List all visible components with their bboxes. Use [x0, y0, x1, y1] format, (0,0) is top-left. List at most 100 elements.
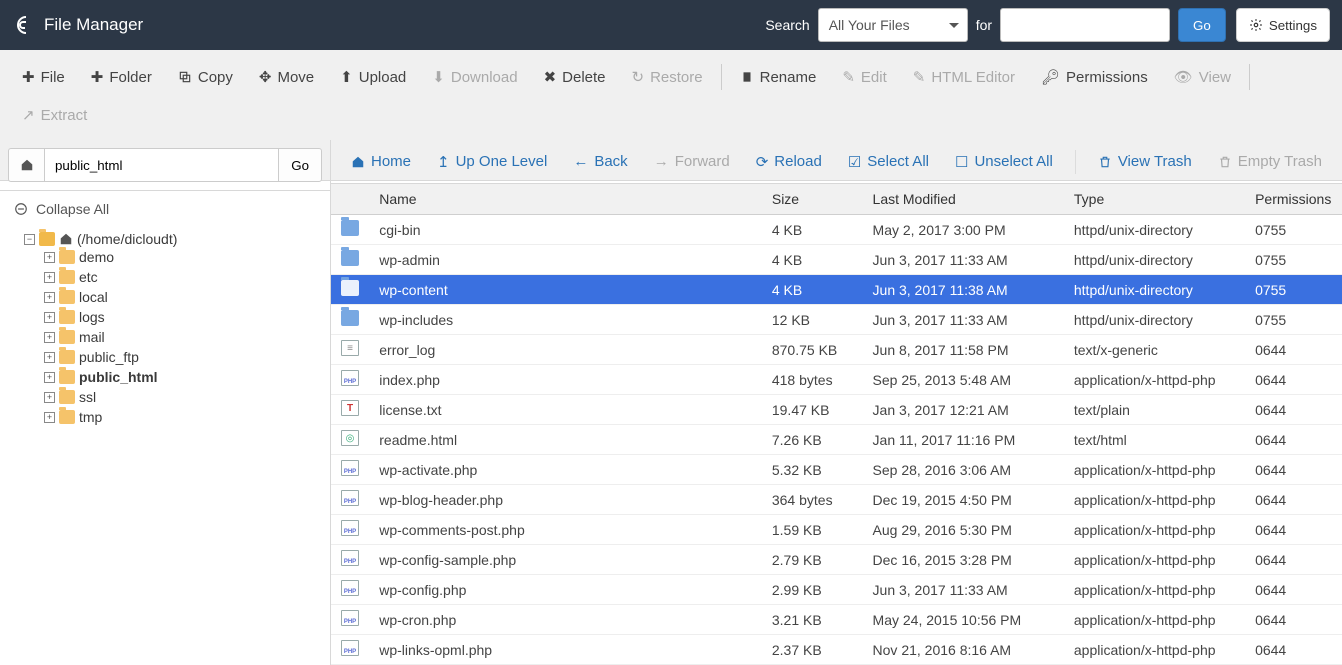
table-row[interactable]: wp-blog-header.php364 bytesDec 19, 2015 …	[331, 485, 1342, 515]
expander-icon[interactable]: +	[44, 252, 55, 263]
file-button[interactable]: ✚File	[10, 60, 77, 94]
expander-icon[interactable]: +	[44, 352, 55, 363]
search-input[interactable]	[1000, 8, 1170, 42]
table-row[interactable]: wp-cron.php3.21 KBMay 24, 2015 10:56 PMa…	[331, 605, 1342, 635]
empty-trash-button[interactable]: Empty Trash	[1208, 147, 1332, 176]
html-editor-button[interactable]: ✎HTML Editor	[901, 60, 1027, 94]
trash-icon	[1098, 155, 1112, 169]
file-icon	[341, 340, 359, 356]
expander-icon[interactable]: +	[44, 412, 55, 423]
folder-icon	[59, 350, 75, 364]
column-permissions[interactable]: Permissions	[1245, 184, 1342, 215]
tree-item-label: tmp	[79, 409, 102, 425]
table-row[interactable]: cgi-bin4 KBMay 2, 2017 3:00 PMhttpd/unix…	[331, 215, 1342, 245]
file-permissions: 0755	[1245, 275, 1342, 305]
column-modified[interactable]: Last Modified	[863, 184, 1064, 215]
tree-item[interactable]: +mail	[44, 329, 322, 345]
move-button[interactable]: ✥Move	[247, 60, 326, 94]
extract-button[interactable]: ↗Extract	[10, 98, 99, 132]
expander-icon[interactable]: +	[44, 292, 55, 303]
tree-item[interactable]: + tmp	[44, 409, 322, 425]
column-type[interactable]: Type	[1064, 184, 1245, 215]
delete-button[interactable]: ✖Delete	[532, 60, 618, 94]
search-go-button[interactable]: Go	[1178, 8, 1226, 42]
file-modified: Sep 28, 2016 3:06 AM	[863, 455, 1064, 485]
table-row[interactable]: license.txt19.47 KBJan 3, 2017 12:21 AMt…	[331, 395, 1342, 425]
file-size: 3.21 KB	[762, 605, 863, 635]
tree-item[interactable]: +public_ftp	[44, 349, 322, 365]
table-row[interactable]: wp-config-sample.php2.79 KBDec 16, 2015 …	[331, 545, 1342, 575]
collapse-all-button[interactable]: Collapse All	[0, 191, 330, 227]
edit-button[interactable]: ✎Edit	[830, 60, 898, 94]
file-modified: Nov 21, 2016 8:16 AM	[863, 635, 1064, 665]
app-title: File Manager	[44, 15, 143, 35]
file-modified: Jan 11, 2017 11:16 PM	[863, 425, 1064, 455]
download-button[interactable]: ⬇Download	[420, 60, 529, 94]
tree-item[interactable]: +etc	[44, 269, 322, 285]
search-area: Search All Your Files for Go	[765, 8, 1225, 42]
table-row[interactable]: wp-links-opml.php2.37 KBNov 21, 2016 8:1…	[331, 635, 1342, 665]
tree-item[interactable]: +logs	[44, 309, 322, 325]
file-type: httpd/unix-directory	[1064, 275, 1245, 305]
expander-icon[interactable]: +	[44, 372, 55, 383]
column-name[interactable]: Name	[369, 184, 762, 215]
settings-button[interactable]: Settings	[1236, 8, 1330, 42]
table-row[interactable]: wp-admin4 KBJun 3, 2017 11:33 AMhttpd/un…	[331, 245, 1342, 275]
folder-icon	[341, 280, 359, 296]
tree-item[interactable]: +demo	[44, 249, 322, 265]
upload-button[interactable]: ⬆Upload	[328, 60, 418, 94]
file-name: wp-config.php	[369, 575, 762, 605]
table-row[interactable]: wp-activate.php5.32 KBSep 28, 2016 3:06 …	[331, 455, 1342, 485]
file-name: error_log	[369, 335, 762, 365]
folder-icon	[59, 250, 75, 264]
view-trash-button[interactable]: View Trash	[1088, 147, 1202, 176]
search-scope-select[interactable]: All Your Files	[818, 8, 968, 42]
restore-button[interactable]: ↻Restore	[620, 60, 715, 94]
file-permissions: 0644	[1245, 635, 1342, 665]
table-row[interactable]: wp-comments-post.php1.59 KBAug 29, 2016 …	[331, 515, 1342, 545]
file-icon	[341, 610, 359, 626]
back-button[interactable]: ←Back	[563, 147, 637, 176]
path-input[interactable]	[44, 148, 278, 182]
table-row[interactable]: wp-content4 KBJun 3, 2017 11:38 AMhttpd/…	[331, 275, 1342, 305]
rename-button[interactable]: Rename	[728, 61, 829, 94]
column-size[interactable]: Size	[762, 184, 863, 215]
home-icon-button[interactable]	[8, 148, 44, 182]
expander-icon[interactable]: −	[24, 234, 35, 245]
tree-root-label: (/home/dicloudt)	[77, 231, 177, 247]
file-name: wp-blog-header.php	[369, 485, 762, 515]
reload-button[interactable]: ⟳Reload	[746, 147, 832, 177]
file-modified: Jun 3, 2017 11:33 AM	[863, 305, 1064, 335]
file-permissions: 0644	[1245, 425, 1342, 455]
move-icon: ✥	[259, 68, 272, 86]
expander-icon[interactable]: +	[44, 272, 55, 283]
folder-icon	[341, 250, 359, 266]
view-button[interactable]: 👁︎View	[1162, 60, 1243, 94]
up-one-level-button[interactable]: ↥Up One Level	[427, 147, 557, 177]
table-row[interactable]: wp-config.php2.99 KBJun 3, 2017 11:33 AM…	[331, 575, 1342, 605]
unselect-all-button[interactable]: ☐Unselect All	[945, 147, 1063, 177]
file-size: 2.79 KB	[762, 545, 863, 575]
file-size: 2.37 KB	[762, 635, 863, 665]
table-row[interactable]: index.php418 bytesSep 25, 2013 5:48 AMap…	[331, 365, 1342, 395]
tree-root[interactable]: − (/home/dicloudt)	[24, 231, 322, 247]
tree-item[interactable]: +local	[44, 289, 322, 305]
folder-button[interactable]: ✚Folder	[79, 60, 164, 94]
tree-item[interactable]: +ssl	[44, 389, 322, 405]
table-row[interactable]: readme.html7.26 KBJan 11, 2017 11:16 PMt…	[331, 425, 1342, 455]
permissions-button[interactable]: 🔑︎Permissions	[1029, 60, 1160, 94]
file-table: Name Size Last Modified Type Permissions…	[331, 184, 1342, 665]
table-row[interactable]: wp-includes12 KBJun 3, 2017 11:33 AMhttp…	[331, 305, 1342, 335]
select-all-button[interactable]: ☑Select All	[838, 147, 939, 177]
tree-item[interactable]: +public_html	[44, 369, 322, 385]
path-go-button[interactable]: Go	[278, 148, 322, 182]
expander-icon[interactable]: +	[44, 312, 55, 323]
expander-icon[interactable]: +	[44, 392, 55, 403]
expander-icon[interactable]: +	[44, 332, 55, 343]
home-button[interactable]: Home	[341, 147, 421, 176]
file-permissions: 0755	[1245, 305, 1342, 335]
folder-icon	[39, 232, 55, 246]
forward-button[interactable]: →Forward	[644, 147, 740, 176]
table-row[interactable]: error_log870.75 KBJun 8, 2017 11:58 PMte…	[331, 335, 1342, 365]
copy-button[interactable]: Copy	[166, 61, 245, 94]
